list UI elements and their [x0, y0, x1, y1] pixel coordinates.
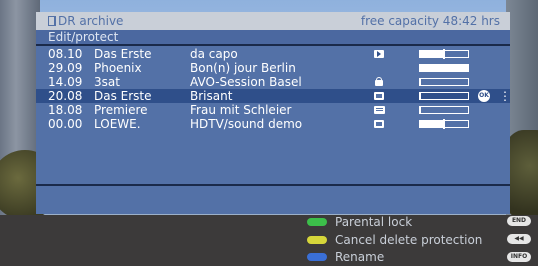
- progress-fill: [420, 79, 421, 85]
- legend-label: Cancel delete protection: [335, 233, 483, 247]
- progress-fill: [420, 121, 444, 127]
- recording-row[interactable]: 29.09 Phoenix Bon(n) jour Berlin: [36, 61, 510, 75]
- recording-title: HDTV/sound demo: [190, 117, 303, 131]
- recording-channel: Phoenix: [94, 61, 142, 75]
- blue-button-icon: [307, 253, 327, 261]
- progress-bar: [419, 49, 469, 59]
- recording-icon: [374, 120, 384, 128]
- recording-channel: LOEWE.: [94, 117, 141, 131]
- edit-protect-bar: Edit/protect: [36, 30, 510, 44]
- more-options-icon[interactable]: ⋮: [499, 89, 511, 103]
- archive-icon: [48, 16, 56, 26]
- recording-row[interactable]: 18.08 Premiere Frau mit Schleier: [36, 103, 510, 117]
- edit-protect-label: Edit/protect: [48, 30, 119, 44]
- progress-fill: [420, 93, 421, 99]
- recording-date: 29.09: [48, 61, 83, 75]
- recording-title: da capo: [190, 47, 238, 61]
- header-divider: [36, 44, 510, 46]
- progress-marker: [443, 119, 445, 129]
- recording-title: Frau mit Schleier: [190, 103, 292, 117]
- footer-divider: [36, 184, 510, 186]
- recording-icon: [374, 92, 384, 100]
- free-capacity: free capacity 48:42 hrs: [360, 14, 500, 28]
- legend-label: Rename: [335, 250, 385, 264]
- recording-date: 00.00: [48, 117, 83, 131]
- lock-icon: [375, 77, 383, 86]
- green-button-icon: [307, 218, 327, 226]
- play-icon: [374, 50, 384, 58]
- title-bar: DR archive free capacity 48:42 hrs: [36, 12, 510, 30]
- legend-label: Parental lock: [335, 215, 413, 229]
- recording-channel: 3sat: [94, 75, 120, 89]
- info-key[interactable]: INFO: [507, 252, 531, 262]
- progress-bar: [419, 78, 469, 86]
- end-key[interactable]: END: [507, 216, 531, 226]
- progress-fill: [420, 107, 421, 113]
- progress-fill: [420, 51, 444, 57]
- progress-marker: [443, 49, 445, 59]
- recording-date: 20.08: [48, 89, 83, 103]
- yellow-button-icon: [307, 236, 327, 244]
- recording-date: 18.08: [48, 103, 83, 117]
- recording-row[interactable]: 00.00 LOEWE. HDTV/sound demo: [36, 117, 510, 131]
- bottom-bar: Parental lock Cancel delete protection R…: [0, 215, 538, 266]
- progress-bar: [419, 92, 469, 100]
- recording-row[interactable]: 08.10 Das Erste da capo: [36, 47, 510, 61]
- rewind-key[interactable]: ◀◀: [507, 234, 531, 244]
- recording-date: 08.10: [48, 47, 83, 61]
- recording-date: 14.09: [48, 75, 83, 89]
- recording-channel: Premiere: [94, 103, 148, 117]
- recording-title: Bon(n) jour Berlin: [190, 61, 296, 75]
- archive-title: DR archive: [48, 14, 123, 28]
- progress-bar: [419, 64, 469, 72]
- recording-channel: Das Erste: [94, 47, 152, 61]
- recording-title: AVO-Session Basel: [190, 75, 302, 89]
- progress-fill: [420, 65, 468, 71]
- progress-bar: [419, 106, 469, 114]
- progress-bar: [419, 119, 469, 129]
- dr-archive-panel: DR archive free capacity 48:42 hrs Edit/…: [36, 12, 511, 214]
- recording-channel: Das Erste: [94, 89, 152, 103]
- archive-title-label: DR archive: [58, 14, 124, 28]
- recording-title: Brisant: [190, 89, 233, 103]
- recording-row[interactable]: 14.09 3sat AVO-Session Basel: [36, 75, 510, 89]
- recording-row[interactable]: 20.08 Das Erste Brisant OK ⋮: [36, 89, 511, 103]
- tag-icon: [374, 106, 385, 114]
- ok-button-icon[interactable]: OK: [478, 90, 490, 102]
